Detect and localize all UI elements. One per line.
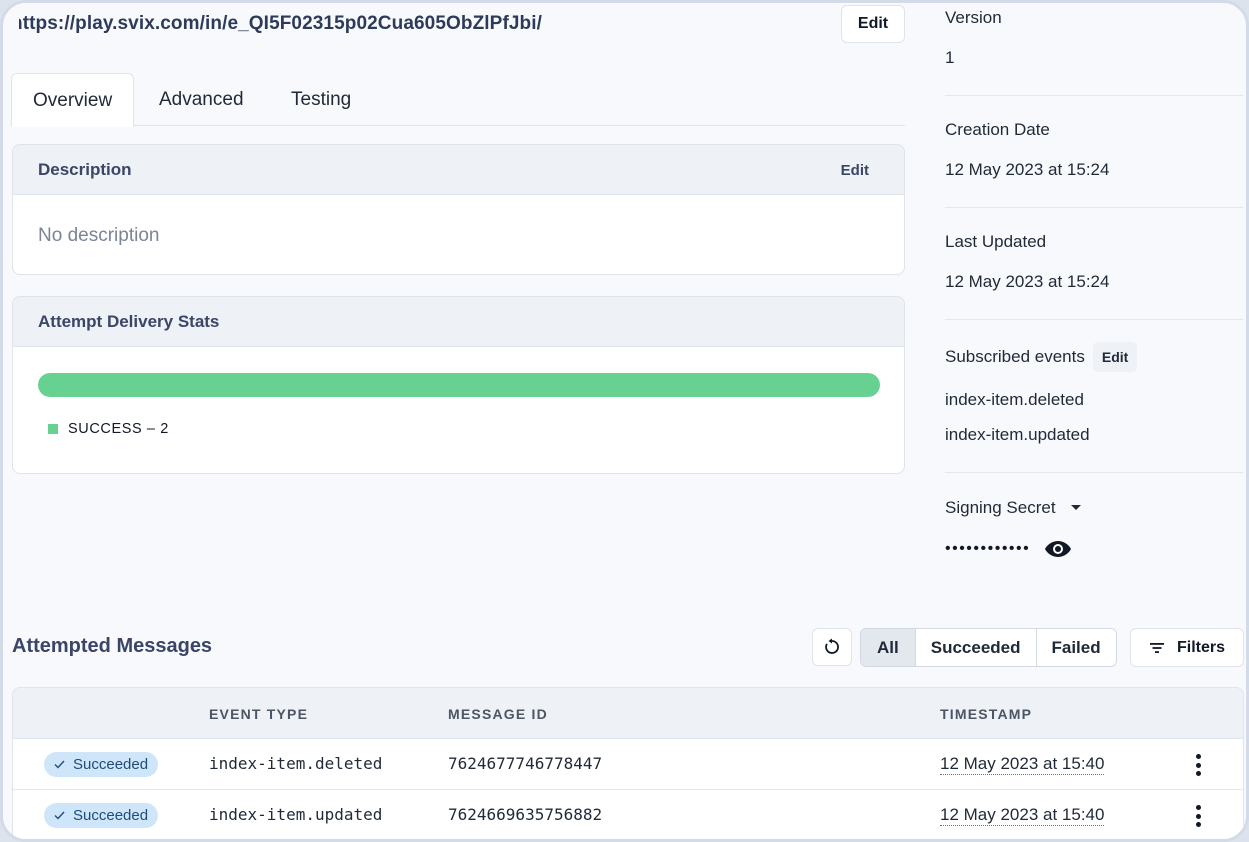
success-legend-swatch xyxy=(48,424,58,434)
subscribed-events-edit-button[interactable]: Edit xyxy=(1092,342,1138,372)
filter-failed[interactable]: Failed xyxy=(1035,629,1116,666)
last-updated-value: 12 May 2023 at 15:24 xyxy=(945,272,1110,291)
table-row[interactable]: Succeeded index-item.updated 76246696357… xyxy=(13,790,1243,839)
tab-overview[interactable]: Overview xyxy=(11,73,135,127)
delivery-stats-header: Attempt Delivery Stats xyxy=(13,297,904,347)
row-menu-icon[interactable] xyxy=(1190,803,1206,829)
signing-secret-mask: •••••••••••• xyxy=(945,540,1031,557)
event-type-cell: index-item.updated xyxy=(209,805,383,824)
description-card-header: Description Edit xyxy=(13,145,904,195)
success-legend-label: SUCCESS – 2 xyxy=(68,421,169,437)
description-title: Description xyxy=(38,160,132,179)
creation-date-value: 12 May 2023 at 15:24 xyxy=(945,160,1110,179)
refresh-button[interactable] xyxy=(812,628,852,666)
filter-all[interactable]: All xyxy=(861,629,915,666)
filters-button[interactable]: Filters xyxy=(1130,628,1244,667)
description-text: No description xyxy=(38,225,160,246)
stats-legend: SUCCESS – 2 xyxy=(48,421,169,437)
subscribed-event-item: index-item.deleted xyxy=(945,390,1084,409)
check-icon xyxy=(54,811,65,820)
messages-table: EVENT TYPE MESSAGE ID TIMESTAMP Succeede… xyxy=(12,687,1244,839)
status-filter-segment: All Succeeded Failed xyxy=(860,628,1117,667)
table-header: EVENT TYPE MESSAGE ID TIMESTAMP xyxy=(13,688,1243,739)
delivery-stats-title: Attempt Delivery Stats xyxy=(38,312,220,331)
filters-label: Filters xyxy=(1176,638,1225,656)
subscribed-event-item: index-item.updated xyxy=(945,425,1090,444)
subscribed-events-label: Subscribed events xyxy=(945,347,1085,366)
delivery-stats-card: Attempt Delivery Stats SUCCESS – 2 xyxy=(12,296,905,474)
column-message-id: MESSAGE ID xyxy=(448,706,548,722)
endpoint-url: https://play.svix.com/in/e_QI5F02315p02C… xyxy=(11,13,543,34)
column-event-type: EVENT TYPE xyxy=(209,706,309,722)
divider xyxy=(945,472,1243,473)
tab-bar: Overview Advanced Testing xyxy=(11,73,905,127)
check-icon xyxy=(54,760,65,769)
description-card: Description Edit No description xyxy=(12,144,905,275)
divider xyxy=(945,319,1243,320)
description-edit-button[interactable]: Edit xyxy=(841,162,869,179)
attempted-messages-title: Attempted Messages xyxy=(12,635,213,657)
status-badge: Succeeded xyxy=(44,803,159,828)
eye-icon[interactable] xyxy=(1044,539,1072,559)
filter-lines-icon xyxy=(1149,642,1164,653)
divider xyxy=(945,207,1243,208)
tab-testing[interactable]: Testing xyxy=(270,73,372,126)
tab-advanced[interactable]: Advanced xyxy=(138,73,265,126)
message-id-cell: 7624669635756882 xyxy=(448,805,603,824)
app-frame: https://play.svix.com/in/e_QI5F02315p02C… xyxy=(0,0,1249,842)
version-value: 1 xyxy=(945,48,955,67)
signing-secret-header[interactable]: Signing Secret xyxy=(945,498,1243,518)
filter-succeeded[interactable]: Succeeded xyxy=(914,629,1036,666)
creation-date-label: Creation Date xyxy=(945,120,1050,139)
last-updated-label: Last Updated xyxy=(945,232,1047,251)
endpoint-edit-button[interactable]: Edit xyxy=(841,5,905,43)
status-label: Succeeded xyxy=(73,756,149,773)
caret-down-icon[interactable] xyxy=(1070,504,1082,512)
timestamp-cell[interactable]: 12 May 2023 at 15:40 xyxy=(940,805,1105,826)
delivery-progress-fill xyxy=(38,373,880,397)
column-timestamp: TIMESTAMP xyxy=(940,706,1033,722)
delivery-progress-bar xyxy=(38,373,880,397)
timestamp-cell[interactable]: 12 May 2023 at 15:40 xyxy=(940,754,1105,775)
subscribed-events-header: Subscribed events Edit xyxy=(945,342,1243,372)
signing-secret-label: Signing Secret xyxy=(945,498,1056,517)
status-label: Succeeded xyxy=(73,807,149,824)
status-badge: Succeeded xyxy=(44,752,159,777)
version-label: Version xyxy=(945,8,1002,27)
signing-secret-row: •••••••••••• xyxy=(945,539,1243,559)
refresh-icon xyxy=(825,638,839,654)
divider xyxy=(945,95,1243,96)
event-type-cell: index-item.deleted xyxy=(209,754,383,773)
message-id-cell: 7624677746778447 xyxy=(448,754,603,773)
table-row[interactable]: Succeeded index-item.deleted 76246777467… xyxy=(13,739,1243,790)
row-menu-icon[interactable] xyxy=(1190,752,1206,778)
